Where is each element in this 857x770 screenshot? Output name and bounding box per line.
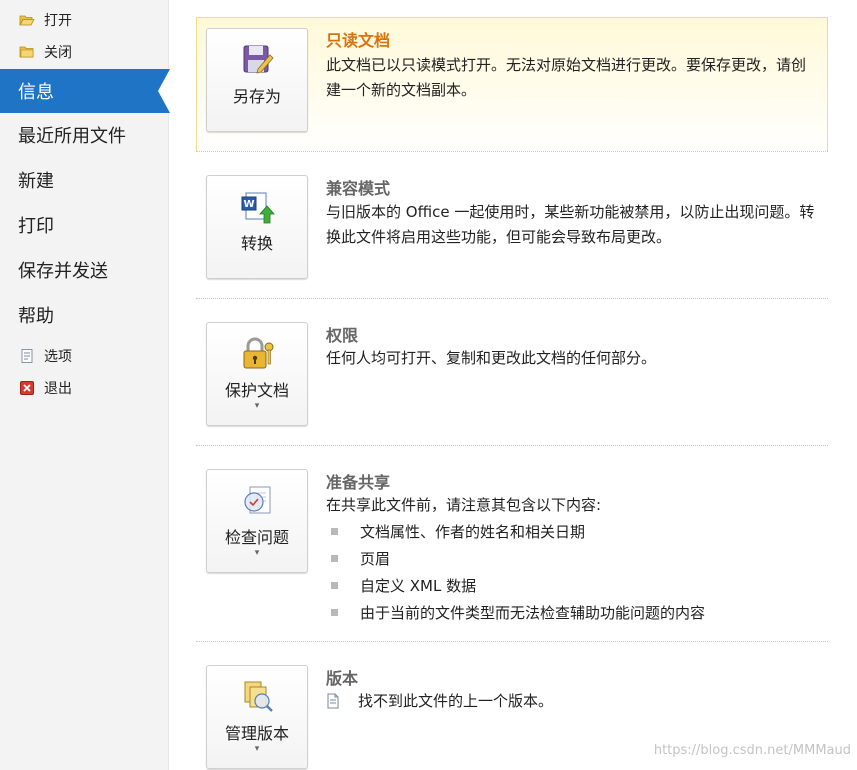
section-divider [196,298,828,299]
chevron-down-icon: ▾ [254,548,260,558]
permissions-title: 权限 [326,326,359,345]
sidebar-item-new[interactable]: 新建 [0,158,169,202]
prepare-item-list: 文档属性、作者的姓名和相关日期 页眉 自定义 XML 数据 由于当前的文件类型而… [326,518,816,626]
bullet-square-icon [331,582,338,589]
compat-title: 兼容模式 [326,179,391,198]
list-item: 自定义 XML 数据 [326,572,816,599]
sidebar-item-label: 退出 [44,381,72,397]
section-divider [196,445,828,446]
bullet-square-icon [331,528,338,535]
convert-document-icon: W [240,190,276,224]
sidebar-item-options[interactable]: 选项 [18,345,72,367]
prepare-description: 在共享此文件前，请注意其包含以下内容: [326,496,602,514]
lock-key-icon [240,337,276,371]
sidebar-item-label: 选项 [44,349,72,365]
section-divider [196,641,828,642]
manage-versions-icon [240,680,276,714]
versions-description: 找不到此文件的上一个版本。 [358,692,554,710]
inspect-document-icon [240,484,276,518]
svg-text:W: W [243,199,254,210]
backstage-sidebar: 打开 关闭 信息 最近所用文件 新建 打印 保存并发送 帮助 选项 退出 [0,0,169,770]
sidebar-item-label: 新建 [18,171,54,192]
open-folder-icon [18,12,36,28]
chevron-down-icon: ▾ [254,744,260,754]
check-issues-label: 检查问题 [224,528,289,547]
save-as-label: 另存为 [232,87,281,106]
sidebar-item-label: 保存并发送 [18,261,108,282]
watermark-text: https://blog.csdn.net/MMMaud [653,743,851,758]
sidebar-item-label: 打印 [18,216,54,237]
list-item: 文档属性、作者的姓名和相关日期 [326,518,816,545]
sidebar-item-close[interactable]: 关闭 [18,41,72,63]
protect-document-label: 保护文档 [224,381,289,400]
manage-versions-label: 管理版本 [224,724,289,743]
options-page-icon [18,348,36,364]
sidebar-item-help[interactable]: 帮助 [0,293,169,337]
bullet-square-icon [331,609,338,616]
readonly-title: 只读文档 [326,31,391,50]
manage-versions-button[interactable]: 管理版本 ▾ [206,665,308,769]
list-item: 由于当前的文件类型而无法检查辅助功能问题的内容 [326,599,816,626]
sidebar-item-label: 关闭 [44,45,72,61]
sidebar-item-label: 最近所用文件 [18,126,126,147]
prepare-title: 准备共享 [326,473,391,492]
chevron-down-icon: ▾ [254,401,260,411]
protect-document-button[interactable]: 保护文档 ▾ [206,322,308,426]
sidebar-item-save-send[interactable]: 保存并发送 [0,248,169,292]
sidebar-item-print[interactable]: 打印 [0,203,169,247]
sidebar-item-exit[interactable]: 退出 [18,377,72,399]
sidebar-item-info[interactable]: 信息 [0,69,158,113]
sidebar-item-label: 信息 [18,82,54,103]
exit-x-icon [18,380,36,396]
section-divider [196,151,828,152]
compat-description: 与旧版本的 Office 一起使用时，某些新功能被禁用，以防止出现问题。转换此文… [326,203,815,246]
close-folder-icon [18,44,36,60]
permissions-description: 任何人均可打开、复制和更改此文档的任何部分。 [326,349,657,367]
convert-label: 转换 [240,234,273,253]
document-version-icon [326,693,340,709]
readonly-description: 此文档已以只读模式打开。无法对原始文档进行更改。要保存更改，请创建一个新的文档副… [326,56,807,99]
bullet-square-icon [331,555,338,562]
convert-button[interactable]: W 转换 [206,175,308,279]
save-as-icon [240,43,276,77]
versions-status: 找不到此文件的上一个版本。 [326,690,553,711]
active-item-notch [158,69,170,113]
sidebar-item-recent[interactable]: 最近所用文件 [0,113,169,157]
list-item: 页眉 [326,545,816,572]
sidebar-item-label: 帮助 [18,306,54,327]
save-as-button[interactable]: 另存为 [206,28,308,132]
sidebar-item-open[interactable]: 打开 [18,9,72,31]
check-issues-button[interactable]: 检查问题 ▾ [206,469,308,573]
versions-title: 版本 [326,669,359,688]
sidebar-item-label: 打开 [44,13,72,29]
